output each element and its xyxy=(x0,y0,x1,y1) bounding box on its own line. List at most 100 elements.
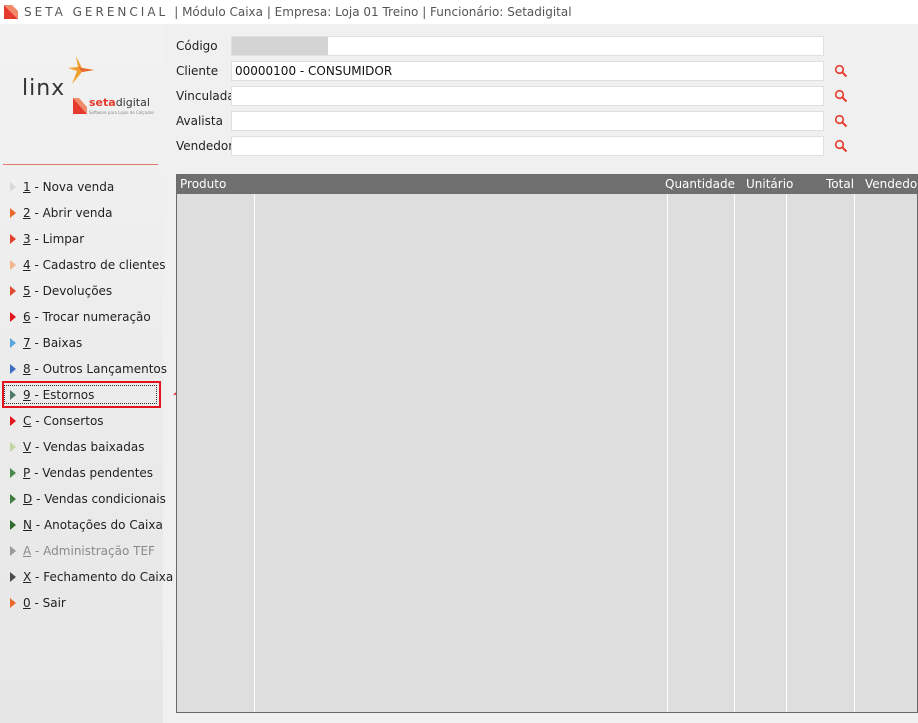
menu-item-v[interactable]: V - Vendas baixadas xyxy=(0,434,163,460)
menu-arrow-icon xyxy=(10,338,16,348)
menu-item-label: - Outros Lançamentos xyxy=(30,362,168,376)
avalista-field[interactable] xyxy=(231,111,824,131)
menu-item-0[interactable]: 0 - Sair xyxy=(0,590,163,616)
menu-item-label: - Sair xyxy=(30,596,66,610)
menu-item-6[interactable]: 6 - Trocar numeração xyxy=(0,304,163,330)
menu-shortcut-key: 2 xyxy=(23,206,31,220)
menu-item-1[interactable]: 1 - Nova venda xyxy=(0,174,163,200)
products-grid[interactable]: Produto Quantidade Unitário Total Vended… xyxy=(176,174,918,713)
menu-shortcut-key: D xyxy=(23,492,33,506)
linx-x-icon xyxy=(66,56,94,87)
cliente-label: Cliente xyxy=(176,64,219,78)
menu-item-8[interactable]: 8 - Outros Lançamentos xyxy=(0,356,167,382)
app-title-brand: SETA GERENCIAL xyxy=(24,5,169,19)
left-panel: linx setadigital Software para Lojas de … xyxy=(0,24,173,723)
seta-prefix: seta xyxy=(89,96,116,109)
vendedor-field[interactable] xyxy=(231,136,824,156)
menu-shortcut-key: 3 xyxy=(23,232,31,246)
vendedor-label: Vendedor xyxy=(176,139,234,153)
menu-arrow-icon xyxy=(10,442,16,452)
menu-arrow-icon xyxy=(10,572,16,582)
menu-item-label: - Consertos xyxy=(31,414,104,428)
menu-item-label: - Abrir venda xyxy=(30,206,113,220)
menu-shortcut-key: V xyxy=(23,440,32,454)
menu-item-c[interactable]: C - Consertos xyxy=(0,408,163,434)
menu-item-label: - Vendas condicionais xyxy=(32,492,166,506)
menu-item-x[interactable]: X - Fechamento do Caixa xyxy=(0,564,173,590)
linx-logo-text: linx xyxy=(22,76,66,101)
title-bar: SETA GERENCIAL | Módulo Caixa | Empresa:… xyxy=(0,0,918,24)
search-vinculada-icon[interactable] xyxy=(834,89,848,103)
menu-shortcut-key: 7 xyxy=(23,336,31,350)
menu-item-d[interactable]: D - Vendas condicionais xyxy=(0,486,166,512)
col-vendedor[interactable]: Vendedor xyxy=(865,177,917,191)
grid-column-divider xyxy=(734,194,735,712)
setadigital-logo: setadigital Software para Lojas de Calça… xyxy=(73,96,154,117)
avalista-label: Avalista xyxy=(176,114,223,128)
codigo-field[interactable] xyxy=(231,36,824,56)
menu-arrow-icon xyxy=(10,494,16,504)
menu-arrow-icon xyxy=(10,364,16,374)
menu-item-n[interactable]: N - Anotações do Caixa xyxy=(0,512,163,538)
side-menu: 1 - Nova venda 2 - Abrir venda 3 - Limpar 4… xyxy=(0,174,173,616)
codigo-field-fill xyxy=(232,37,328,55)
seta-suffix: digital xyxy=(115,96,150,109)
menu-item-label: - Limpar xyxy=(30,232,85,246)
grid-header: Produto Quantidade Unitário Total Vended… xyxy=(177,175,917,194)
menu-arrow-icon xyxy=(10,468,16,478)
menu-item-9[interactable]: 9 - Estornos xyxy=(0,382,163,408)
menu-arrow-icon xyxy=(10,312,16,322)
menu-item-label: - Devoluções xyxy=(30,284,113,298)
menu-shortcut-key: 8 xyxy=(23,362,31,376)
menu-shortcut-key: N xyxy=(23,518,32,532)
menu-item-label: - Administração TEF xyxy=(31,544,155,558)
seta-app-icon xyxy=(4,5,18,19)
menu-item-label: - Vendas baixadas xyxy=(31,440,145,454)
logo-area: linx setadigital Software para Lojas de … xyxy=(0,24,163,164)
menu-item-a[interactable]: A - Administração TEF xyxy=(0,538,163,564)
menu-item-p[interactable]: P - Vendas pendentes xyxy=(0,460,163,486)
col-unitario[interactable]: Unitário xyxy=(746,177,793,191)
menu-arrow-icon xyxy=(10,208,16,218)
setadigital-logo-text: setadigital xyxy=(89,96,150,109)
menu-arrow-icon xyxy=(10,234,16,244)
menu-item-label: - Fechamento do Caixa xyxy=(31,570,174,584)
menu-item-4[interactable]: 4 - Cadastro de clientes xyxy=(0,252,166,278)
search-vendedor-icon[interactable] xyxy=(834,139,848,153)
menu-item-label: - Anotações do Caixa xyxy=(31,518,163,532)
menu-arrow-icon xyxy=(10,286,16,296)
menu-shortcut-key: 1 xyxy=(23,180,31,194)
menu-shortcut-key: 0 xyxy=(23,596,31,610)
menu-shortcut-key: C xyxy=(23,414,32,428)
cliente-field[interactable]: 00000100 - CONSUMIDOR xyxy=(231,61,824,81)
codigo-label: Código xyxy=(176,39,218,53)
focus-indicator xyxy=(4,385,157,404)
menu-arrow-icon xyxy=(10,416,16,426)
col-produto[interactable]: Produto xyxy=(180,177,226,191)
grid-column-divider xyxy=(786,194,787,712)
menu-divider xyxy=(3,164,158,165)
col-quantidade[interactable]: Quantidade xyxy=(665,177,735,191)
menu-shortcut-key: P xyxy=(23,466,31,480)
menu-shortcut-key: A xyxy=(23,544,32,558)
menu-arrow-icon xyxy=(10,546,16,556)
menu-arrow-icon xyxy=(10,520,16,530)
vinculada-field[interactable] xyxy=(231,86,824,106)
vinculada-label: Vinculada xyxy=(176,89,235,103)
menu-arrow-icon xyxy=(10,182,16,192)
menu-item-label: - Baixas xyxy=(30,336,83,350)
menu-item-5[interactable]: 5 - Devoluções xyxy=(0,278,163,304)
menu-shortcut-key: X xyxy=(23,570,32,584)
grid-column-divider xyxy=(667,194,668,712)
grid-column-divider xyxy=(854,194,855,712)
menu-item-label: - Trocar numeração xyxy=(30,310,151,324)
search-avalista-icon[interactable] xyxy=(834,114,848,128)
search-cliente-icon[interactable] xyxy=(834,64,848,78)
menu-item-2[interactable]: 2 - Abrir venda xyxy=(0,200,163,226)
menu-item-label: - Cadastro de clientes xyxy=(30,258,166,272)
menu-item-7[interactable]: 7 - Baixas xyxy=(0,330,163,356)
menu-item-3[interactable]: 3 - Limpar xyxy=(0,226,163,252)
setadigital-tagline: Software para Lojas de Calçados xyxy=(89,110,155,115)
app-title-info: | Módulo Caixa | Empresa: Loja 01 Treino… xyxy=(174,5,572,19)
col-total[interactable]: Total xyxy=(826,177,854,191)
